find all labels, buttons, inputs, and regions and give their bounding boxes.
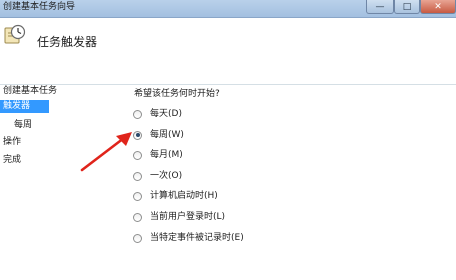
nav-item-finish[interactable]: 完成	[3, 154, 63, 167]
wizard-header: 任务触发器	[0, 18, 456, 85]
option-label: 每月(M)	[150, 150, 183, 160]
nav-item-trigger[interactable]: 触发器	[0, 100, 49, 113]
close-button[interactable]: ✕	[420, 0, 456, 14]
option-label: 每周(W)	[150, 130, 184, 140]
clock-task-icon	[4, 24, 26, 44]
option-label: 每天(D)	[150, 109, 182, 119]
maximize-button[interactable]: □	[394, 0, 420, 14]
option-label: 计算机启动时(H)	[150, 191, 218, 201]
create-basic-task-wizard: 创建基本任务向导 — □ ✕ 任务触发器 创建基本任务 触发器 每周 操作 完成…	[0, 0, 456, 280]
nav-item-action[interactable]: 操作	[3, 136, 63, 149]
option-label: 当前用户登录时(L)	[150, 212, 226, 222]
option-event-logged[interactable]: 当特定事件被记录时(E)	[133, 232, 244, 244]
radio-event-logged[interactable]	[133, 233, 142, 243]
radio-computer-start[interactable]	[133, 191, 142, 201]
option-weekly[interactable]: 每周(W)	[133, 129, 184, 141]
title-bar: 创建基本任务向导 — □ ✕	[0, 0, 456, 18]
window-title: 创建基本任务向导	[3, 2, 76, 12]
option-computer-start[interactable]: 计算机启动时(H)	[133, 190, 218, 202]
option-daily[interactable]: 每天(D)	[133, 108, 182, 120]
red-arrow-annotation-icon	[80, 132, 132, 172]
nav-item-create-basic-task[interactable]: 创建基本任务	[3, 85, 113, 98]
radio-daily[interactable]	[133, 109, 142, 119]
option-once[interactable]: 一次(O)	[133, 170, 182, 182]
page-title: 任务触发器	[37, 35, 98, 49]
option-user-logon[interactable]: 当前用户登录时(L)	[133, 211, 225, 223]
option-monthly[interactable]: 每月(M)	[133, 149, 183, 161]
option-label: 一次(O)	[150, 171, 183, 181]
trigger-question: 希望该任务何时开始?	[134, 89, 220, 99]
wizard-steps-nav: 创建基本任务 触发器 每周 操作 完成	[0, 85, 118, 280]
nav-item-weekly[interactable]: 每周	[14, 119, 74, 132]
radio-user-logon[interactable]	[133, 212, 142, 222]
minimize-button[interactable]: —	[366, 0, 394, 14]
option-label: 当特定事件被记录时(E)	[150, 233, 244, 243]
